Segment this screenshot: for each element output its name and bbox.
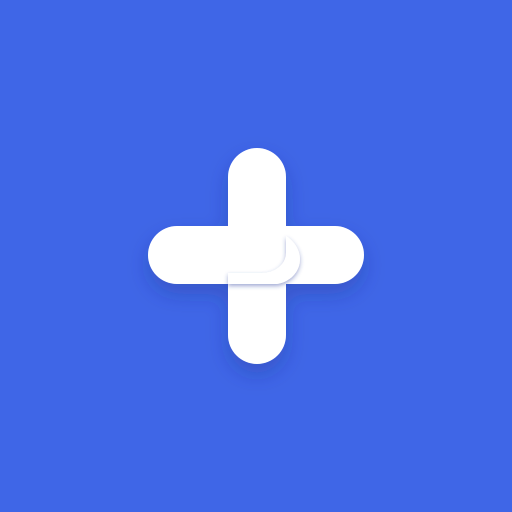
cross-vertical-pill [228,148,286,364]
cross-shape-group [148,148,364,364]
plus-cross-logo-icon [148,148,364,364]
app-icon-canvas [0,0,512,512]
